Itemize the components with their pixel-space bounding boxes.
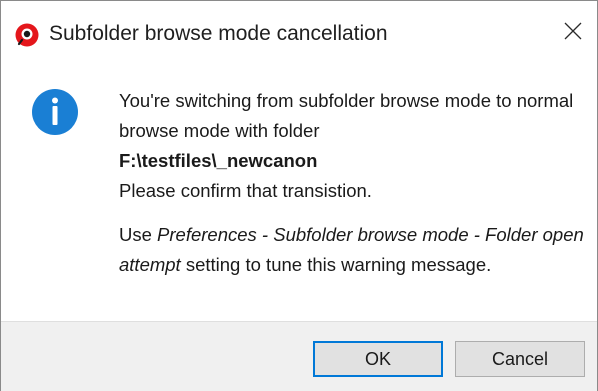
- cancel-button[interactable]: Cancel: [455, 341, 585, 377]
- button-bar: OK Cancel: [1, 321, 597, 391]
- dialog-content: You're switching from subfolder browse m…: [1, 62, 597, 322]
- window-title: Subfolder browse mode cancellation: [49, 22, 388, 45]
- close-icon: [564, 22, 582, 40]
- info-icon: [32, 89, 78, 135]
- close-button[interactable]: [549, 1, 597, 61]
- ok-button[interactable]: OK: [313, 341, 443, 377]
- hint-prefix: Use: [119, 224, 158, 245]
- app-logo-icon: [15, 23, 39, 47]
- message-intro: You're switching from subfolder browse m…: [119, 90, 574, 141]
- folder-path: F:\testfiles\_newcanon: [119, 150, 318, 171]
- hint-suffix: setting to tune this warning message.: [180, 254, 492, 275]
- message-hint: Use Preferences - Subfolder browse mode …: [119, 220, 589, 280]
- title-bar[interactable]: Subfolder browse mode cancellation: [1, 1, 597, 61]
- dialog-window: Subfolder browse mode cancellation You'r…: [0, 0, 598, 391]
- message-confirm: Please confirm that transistion.: [119, 180, 372, 201]
- message-text: You're switching from subfolder browse m…: [119, 86, 589, 280]
